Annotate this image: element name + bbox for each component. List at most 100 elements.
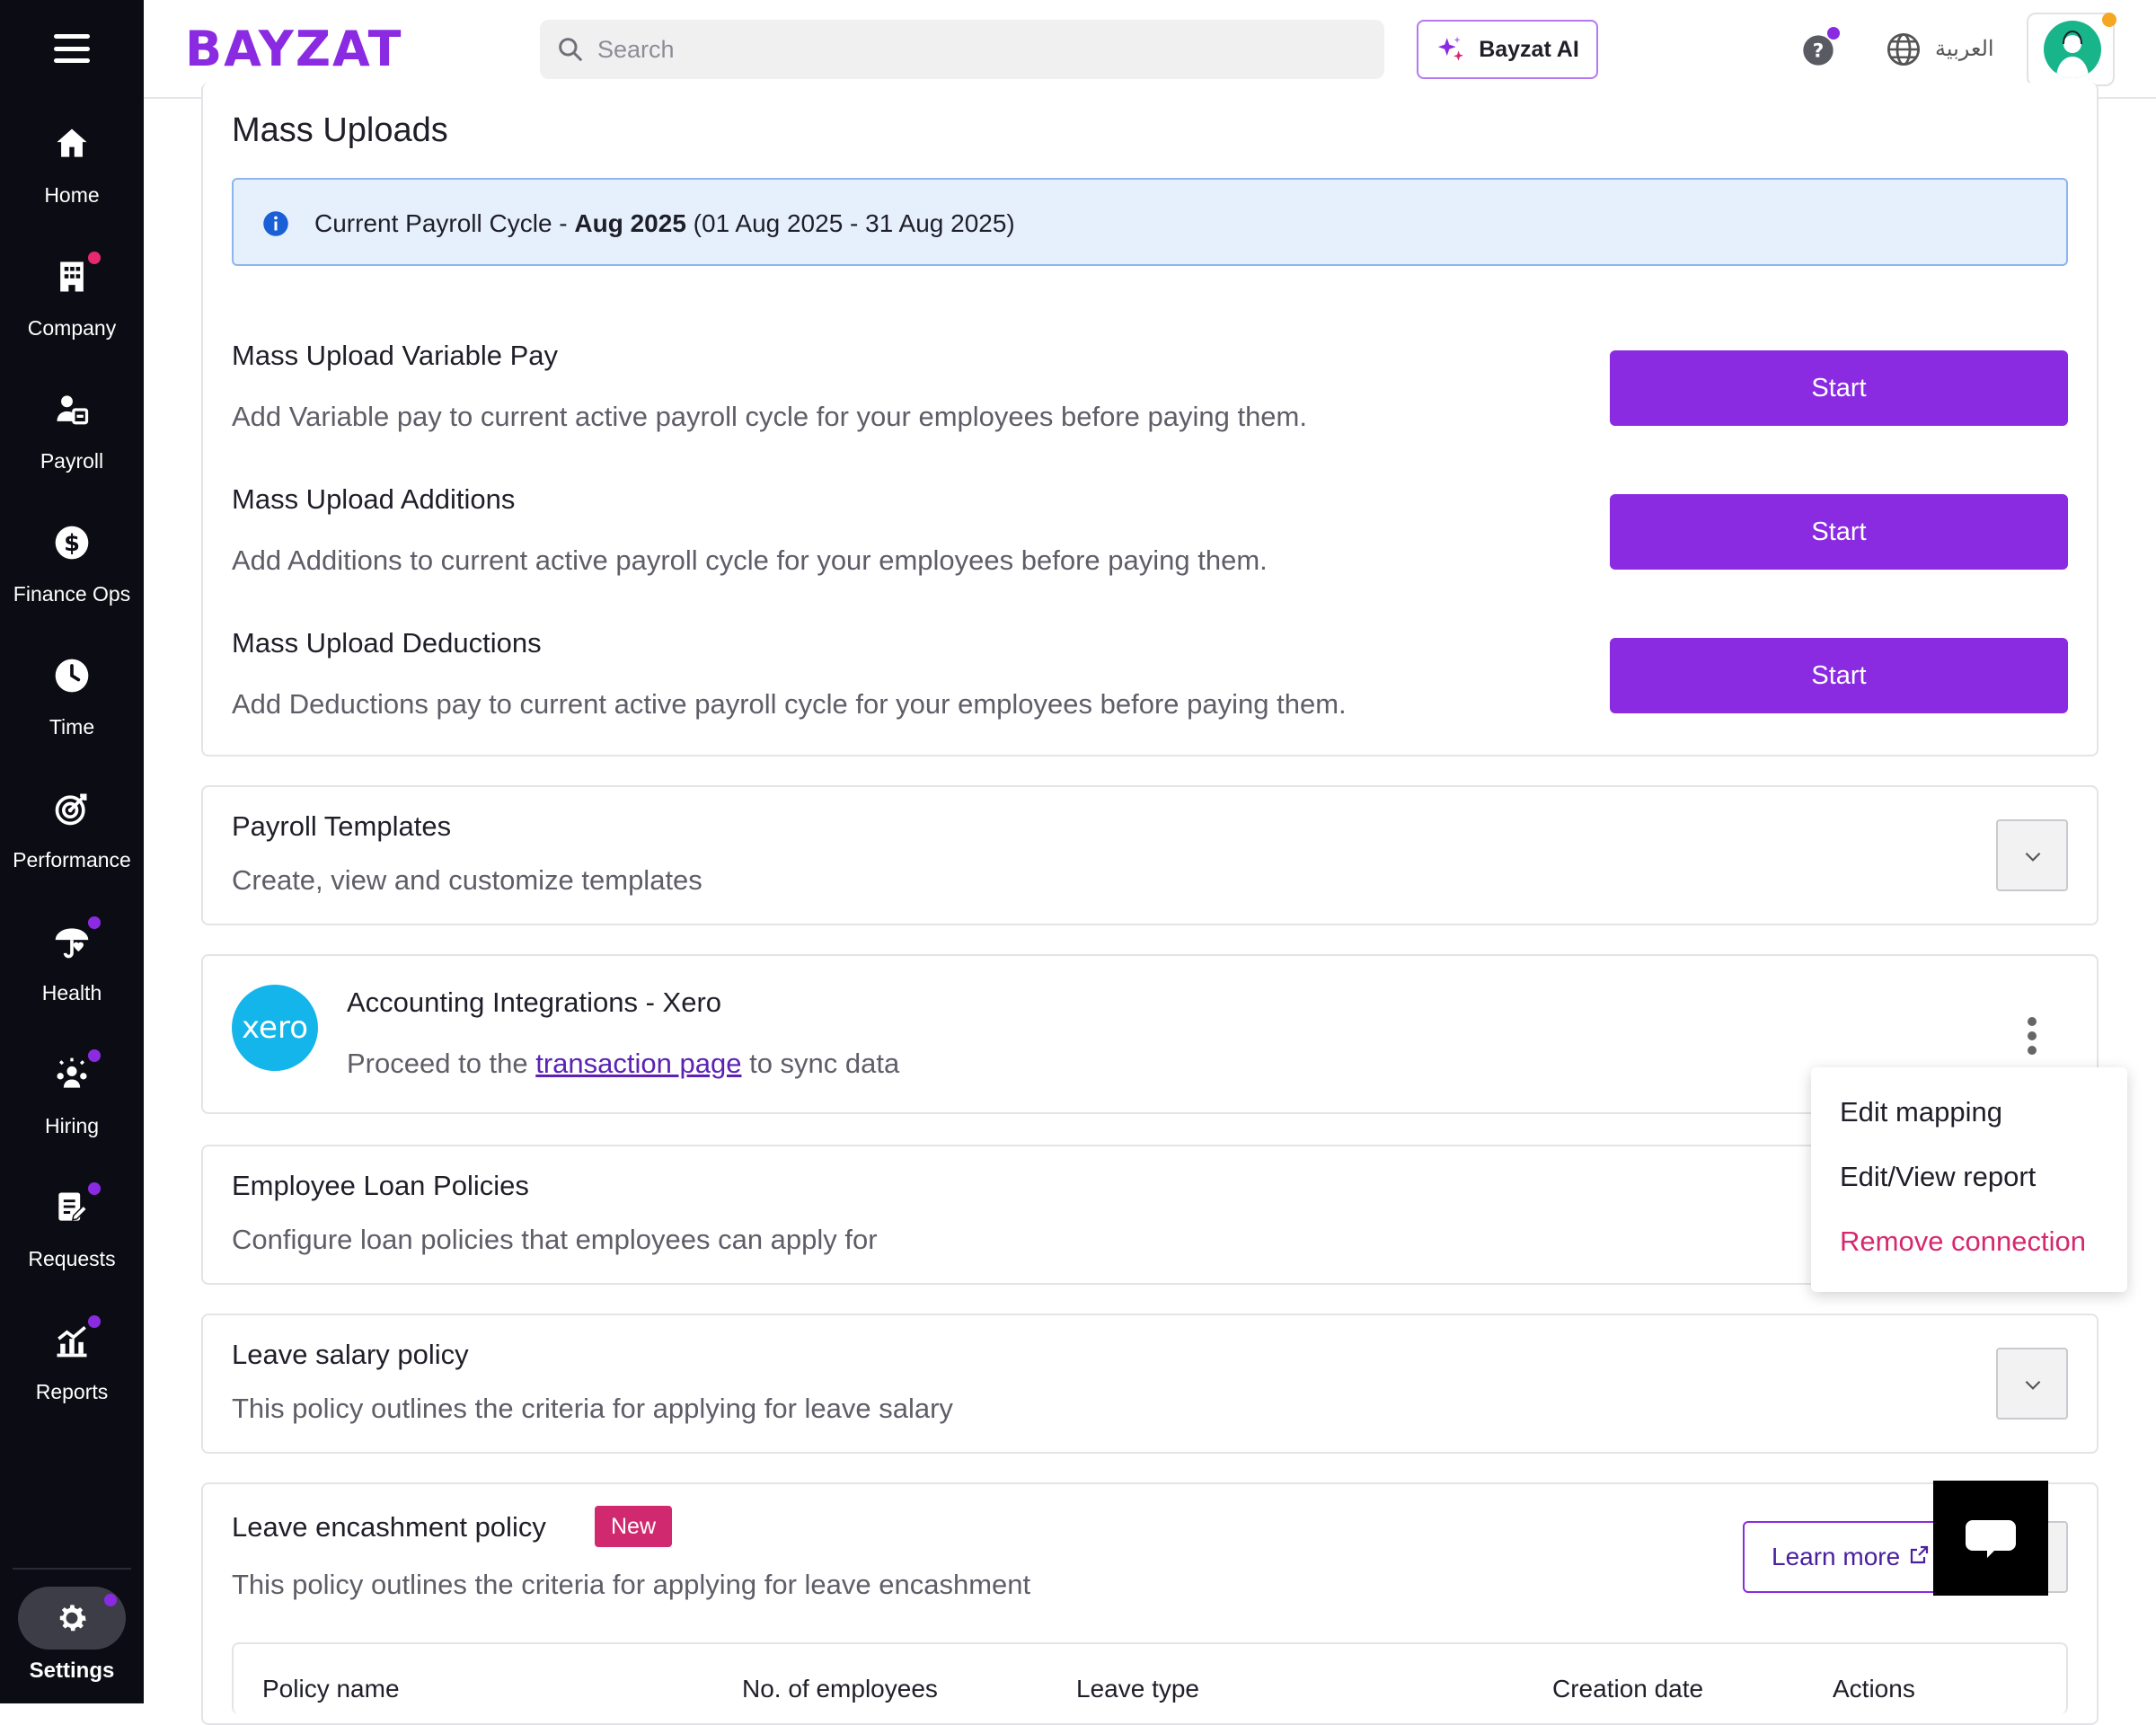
payroll-templates-description: Create, view and customize templates	[232, 864, 702, 896]
bayzat-ai-button[interactable]: Bayzat AI	[1417, 20, 1598, 79]
svg-text:?: ?	[1813, 40, 1825, 63]
notification-dot	[104, 1594, 117, 1606]
sidebar: Home Company Payroll $ Finance Ops Time …	[0, 0, 144, 1703]
mass-uploads-title: Mass Uploads	[232, 111, 448, 149]
new-badge: New	[595, 1506, 672, 1547]
leave-salary-expand-button[interactable]	[1996, 1348, 2068, 1420]
home-icon	[52, 124, 92, 164]
sidebar-item-home[interactable]: Home	[0, 124, 144, 257]
sidebar-item-label: Home	[44, 183, 100, 207]
chevron-down-icon	[2025, 852, 2041, 862]
payroll-templates-card	[201, 785, 2099, 925]
sidebar-item-label: Finance Ops	[13, 582, 131, 606]
notification-dot	[88, 916, 101, 929]
sidebar-item-payroll[interactable]: Payroll	[0, 390, 144, 523]
language-switcher[interactable]: العربية	[1885, 27, 2019, 72]
learn-more-button[interactable]: Learn more	[1743, 1521, 1955, 1593]
menu-item-edit-view-report[interactable]: Edit/View report	[1840, 1161, 2036, 1193]
payroll-templates-title: Payroll Templates	[232, 810, 452, 842]
sidebar-item-reports[interactable]: Reports	[0, 1315, 144, 1454]
payroll-cycle-month: Aug 2025	[574, 209, 686, 237]
sidebar-item-settings-label: Settings	[29, 1659, 115, 1683]
bayzat-ai-label: Bayzat AI	[1479, 36, 1579, 62]
sidebar-item-label: Reports	[35, 1380, 109, 1403]
xero-description: Proceed to the transaction page to sync …	[347, 1048, 899, 1080]
gear-icon	[59, 1605, 86, 1632]
sidebar-item-label: Payroll	[40, 449, 104, 473]
notification-dot	[88, 1315, 101, 1328]
help-button[interactable]: ?	[1800, 27, 1840, 68]
xero-options-menu: Edit mapping Edit/View report Remove con…	[1811, 1067, 2127, 1292]
table-header-leave-type[interactable]: Leave type	[1076, 1675, 1199, 1703]
dollar-icon: $	[52, 523, 92, 562]
xero-title: Accounting Integrations - Xero	[347, 986, 722, 1018]
chat-widget-button[interactable]	[1933, 1481, 2048, 1596]
sidebar-item-label: Company	[27, 316, 117, 340]
payroll-cycle-range: (01 Aug 2025 - 31 Aug 2025)	[685, 209, 1015, 237]
sidebar-item-label: Hiring	[44, 1114, 100, 1137]
building-icon	[52, 257, 92, 296]
additions-title: Mass Upload Additions	[232, 483, 516, 515]
svg-text:$: $	[64, 530, 80, 557]
transaction-page-link[interactable]: transaction page	[535, 1048, 741, 1079]
search-input[interactable]	[597, 20, 1370, 79]
sidebar-item-requests[interactable]: Requests	[0, 1182, 144, 1321]
loan-policies-title: Employee Loan Policies	[232, 1170, 529, 1201]
sidebar-item-finance-ops[interactable]: $ Finance Ops	[0, 523, 144, 656]
avatar	[2044, 21, 2101, 78]
hiring-icon	[52, 1055, 92, 1094]
sidebar-item-settings[interactable]	[18, 1587, 126, 1650]
leave-encashment-description: This policy outlines the criteria for ap…	[232, 1569, 1031, 1600]
deductions-description: Add Deductions pay to current active pay…	[232, 688, 1347, 720]
menu-item-remove-connection[interactable]: Remove connection	[1840, 1225, 2086, 1258]
notification-dot	[88, 1049, 101, 1062]
variable-pay-description: Add Variable pay to current active payro…	[232, 401, 1307, 432]
table-header-employees[interactable]: No. of employees	[742, 1675, 938, 1703]
leave-salary-card	[201, 1314, 2099, 1454]
notification-dot	[88, 252, 101, 264]
sidebar-item-health[interactable]: Health	[0, 916, 144, 1055]
notification-dot	[1827, 27, 1840, 40]
sidebar-item-performance[interactable]: Performance	[0, 789, 144, 922]
sidebar-item-hiring[interactable]: Hiring	[0, 1049, 144, 1188]
notification-dot	[88, 1182, 101, 1195]
sidebar-item-label: Health	[41, 981, 102, 1004]
menu-toggle-icon[interactable]	[54, 34, 90, 63]
sidebar-divider	[13, 1568, 131, 1570]
payroll-cycle-prefix: Current Payroll Cycle -	[314, 209, 575, 237]
deductions-title: Mass Upload Deductions	[232, 627, 542, 659]
payroll-icon	[52, 390, 92, 429]
bayzat-logo[interactable]: BAYZAT	[185, 20, 402, 79]
menu-item-edit-mapping[interactable]: Edit mapping	[1840, 1096, 2002, 1128]
variable-pay-start-button[interactable]: Start	[1610, 350, 2068, 426]
xero-desc-suffix: to sync data	[741, 1048, 900, 1079]
learn-more-label: Learn more	[1772, 1543, 1901, 1570]
table-header-actions[interactable]: Actions	[1833, 1675, 1915, 1703]
user-menu[interactable]	[2027, 13, 2116, 86]
table-header-policy-name[interactable]: Policy name	[262, 1675, 400, 1703]
additions-start-button[interactable]: Start	[1610, 494, 2068, 570]
sidebar-item-company[interactable]: Company	[0, 252, 144, 390]
sidebar-item-label: Time	[49, 715, 95, 739]
external-link-icon	[1910, 1545, 1929, 1564]
table-header-creation-date[interactable]: Creation date	[1552, 1675, 1703, 1703]
deductions-start-button[interactable]: Start	[1610, 638, 2068, 713]
clock-icon	[52, 656, 92, 695]
additions-description: Add Additions to current active payroll …	[232, 544, 1268, 576]
chevron-down-icon	[2025, 1380, 2041, 1390]
leave-salary-title: Leave salary policy	[232, 1339, 469, 1370]
sidebar-item-label: Performance	[13, 848, 131, 871]
health-icon	[52, 922, 92, 961]
chat-icon	[1966, 1520, 2016, 1558]
leave-encashment-title: Leave encashment policy	[232, 1511, 546, 1543]
leave-salary-description: This policy outlines the criteria for ap…	[232, 1393, 953, 1424]
loan-policies-description: Configure loan policies that employees c…	[232, 1224, 878, 1255]
search-icon	[559, 38, 582, 61]
more-options-icon[interactable]	[2025, 1015, 2039, 1055]
sidebar-item-time[interactable]: Time	[0, 656, 144, 789]
variable-pay-title: Mass Upload Variable Pay	[232, 340, 558, 371]
payroll-templates-expand-button[interactable]	[1996, 819, 2068, 891]
search-box[interactable]	[540, 20, 1384, 79]
xero-logo: xero	[232, 985, 318, 1071]
payroll-cycle-banner: Current Payroll Cycle - Aug 2025 (01 Aug…	[232, 178, 2068, 266]
